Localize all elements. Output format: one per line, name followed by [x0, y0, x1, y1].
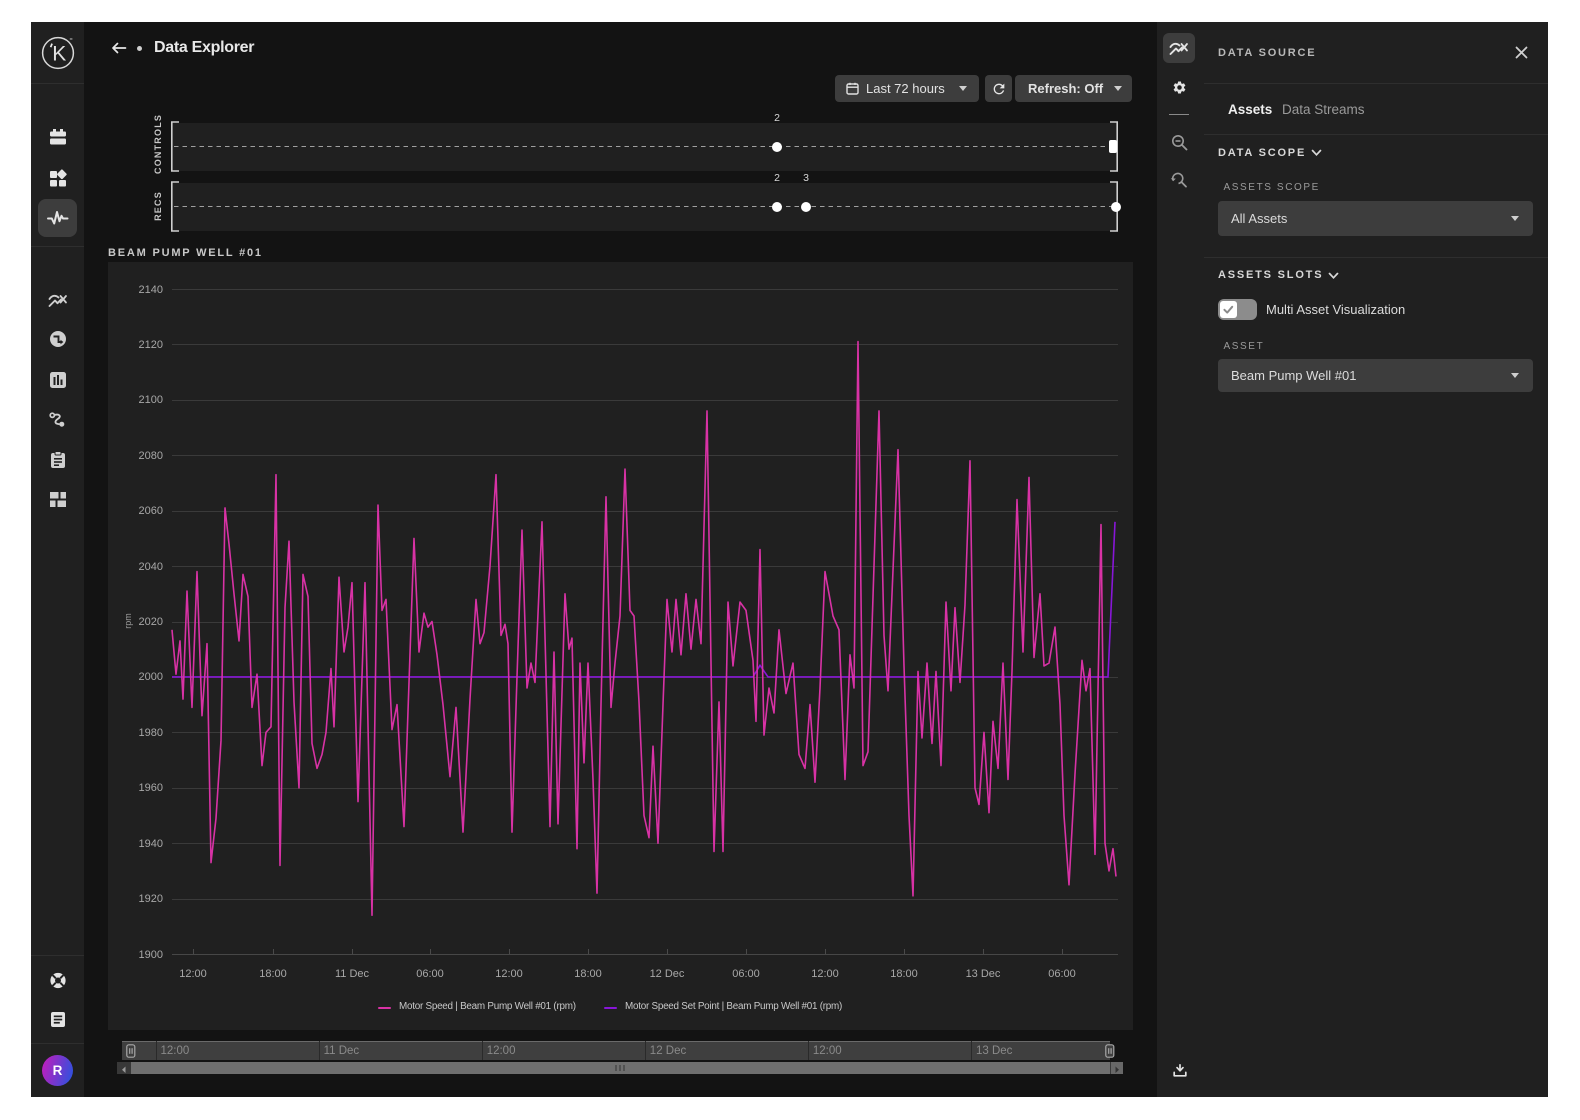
svg-text:K: K — [52, 42, 66, 65]
